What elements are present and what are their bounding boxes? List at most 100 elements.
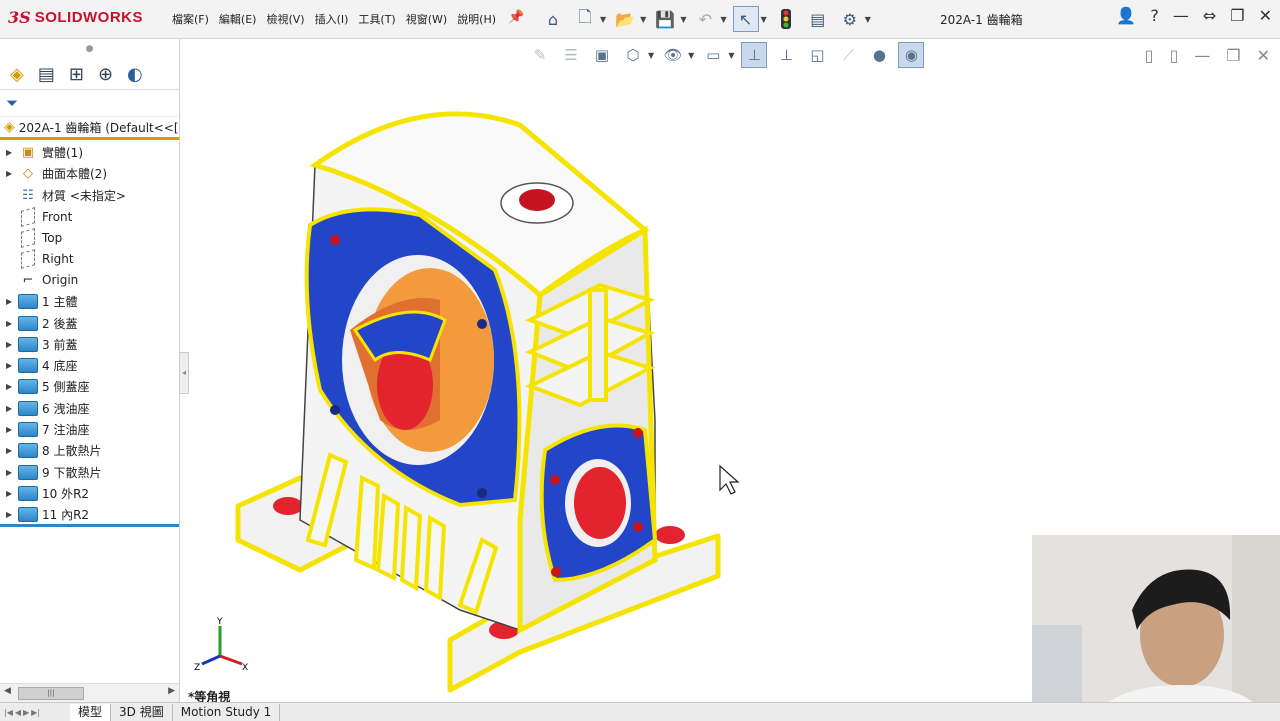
hatch-icon[interactable]: ☰ — [559, 43, 583, 67]
tab-more-icon[interactable]: ◐ — [127, 64, 143, 85]
chevron-down-icon[interactable]: ▼ — [648, 51, 654, 60]
tree-item[interactable]: ▶ ◇ 曲面本體(2) — [0, 163, 179, 184]
tree-item[interactable]: ▶ ▣ 實體(1) — [0, 142, 179, 163]
expand-arrow-icon[interactable]: ▶ — [6, 510, 18, 519]
select-cursor-icon[interactable]: ↖ — [732, 6, 759, 32]
tree-item[interactable]: ▶ 7 注油座 — [0, 419, 179, 440]
expand-arrow-icon[interactable]: ▶ — [6, 446, 18, 455]
tree-item[interactable]: Right — [0, 248, 179, 270]
tree-item[interactable]: ▶ 9 下散熱片 — [0, 461, 179, 482]
expand-arrow-icon[interactable]: ▶ — [6, 468, 18, 477]
view-origins-icon[interactable]: ⊥ — [774, 43, 798, 67]
chevron-down-icon[interactable]: ▼ — [680, 15, 686, 24]
filter-funnel-icon[interactable]: ⏷ — [6, 94, 18, 112]
panel-collapse-handle[interactable]: ◂ — [179, 352, 189, 394]
expand-arrow-icon[interactable]: ▶ — [6, 361, 18, 370]
tree-item[interactable]: ▶ 2 後蓋 — [0, 312, 179, 333]
appearance-sphere-icon[interactable]: ● — [867, 43, 891, 67]
view-curves-icon[interactable]: ⟋ — [836, 43, 860, 67]
viewport-restore-icon[interactable]: ❐ — [1226, 46, 1240, 65]
tree-item[interactable]: ▶ 3 前蓋 — [0, 334, 179, 355]
prev-tab-arrow-icon[interactable]: ◀ — [15, 708, 21, 717]
user-icon[interactable]: 👤 — [1116, 6, 1136, 25]
scroll-left-arrow-icon[interactable]: ◀ — [4, 686, 11, 696]
expand-arrow-icon[interactable]: ▶ — [6, 169, 18, 178]
expand-arrow-icon[interactable]: ▶ — [6, 425, 18, 434]
tree-item[interactable]: ▶ 1 主體 — [0, 291, 179, 312]
tree-filter[interactable]: ⏷ — [0, 90, 179, 117]
solidworks-logo[interactable]: 3S SOLIDWORKS — [8, 8, 143, 27]
chevron-down-icon[interactable]: ▼ — [688, 51, 694, 60]
help-icon[interactable]: ? — [1150, 6, 1159, 25]
restore-button[interactable]: ❐ — [1230, 6, 1244, 25]
first-tab-arrow-icon[interactable]: |◀ — [4, 708, 13, 717]
tree-item[interactable]: ☷ 材質 <未指定> — [0, 185, 179, 206]
tree-item[interactable]: Top — [0, 227, 179, 248]
viewport-minimize-icon[interactable]: — — [1194, 46, 1210, 65]
panel-grip-icon[interactable]: ● — [0, 39, 179, 59]
menu-edit[interactable]: 編輯(E) — [219, 11, 257, 27]
tab-dimxpert-manager[interactable]: ⊕ — [98, 64, 113, 85]
tree-item[interactable]: ▶ 6 洩油座 — [0, 398, 179, 419]
tab-property-manager[interactable]: ▤ — [38, 64, 55, 85]
rebuild-traffic-light-icon[interactable] — [773, 6, 799, 32]
expand-arrow-icon[interactable]: ▶ — [6, 148, 18, 157]
tab-configuration-manager[interactable]: ⊞ — [69, 64, 84, 85]
expand-arrow-icon[interactable]: ▶ — [6, 319, 18, 328]
expand-arrow-icon[interactable]: ▶ — [6, 404, 18, 413]
expand-arrow-icon[interactable]: ▶ — [6, 382, 18, 391]
tree-item[interactable]: ▶ 11 內R2 — [0, 504, 179, 525]
pin-menu-icon[interactable]: 📌 — [508, 10, 524, 25]
tree-item[interactable]: Front — [0, 206, 179, 227]
tab-motion-study[interactable]: Motion Study 1 — [173, 703, 281, 721]
menu-window[interactable]: 視窗(W) — [406, 11, 447, 27]
panel-horizontal-scrollbar[interactable]: ◀ ||| ▶ — [0, 683, 179, 702]
tree-root-part[interactable]: ◈ 202A-1 齒輪箱 (Default<<[ — [0, 117, 179, 140]
chevron-down-icon[interactable]: ▼ — [640, 15, 646, 24]
file-properties-icon[interactable]: ▤ — [805, 6, 831, 32]
last-tab-arrow-icon[interactable]: ▶| — [31, 708, 40, 717]
viewport-tile-right-icon[interactable]: ▯ — [1169, 46, 1178, 65]
next-tab-arrow-icon[interactable]: ▶ — [23, 708, 29, 717]
menu-view[interactable]: 檢視(V) — [266, 11, 304, 27]
view-axes-icon[interactable]: ⊥ — [741, 42, 768, 68]
view-sketch-icon[interactable]: ◱ — [805, 43, 829, 67]
tree-item[interactable]: ▶ 5 側蓋座 — [0, 376, 179, 397]
view-orientation-cube-icon[interactable]: ⬡ — [621, 43, 645, 67]
tab-feature-manager[interactable]: ◈ — [10, 64, 24, 85]
new-document-icon[interactable]: 🗋 — [572, 6, 598, 32]
expand-arrow-icon[interactable]: ▶ — [6, 340, 18, 349]
chevron-down-icon[interactable]: ▼ — [728, 51, 734, 60]
open-icon[interactable]: 📂 — [612, 6, 638, 32]
hide-show-eye-icon[interactable]: 👁 — [661, 43, 685, 67]
restore-split-button[interactable]: ⇔ — [1203, 6, 1216, 25]
tree-item[interactable]: ▶ 4 底座 — [0, 355, 179, 376]
menu-file[interactable]: 檔案(F) — [172, 11, 209, 27]
save-icon[interactable]: 💾 — [652, 6, 678, 32]
minimize-button[interactable]: — — [1173, 6, 1189, 25]
menu-insert[interactable]: 插入(I) — [315, 11, 349, 27]
expand-arrow-icon[interactable]: ▶ — [6, 489, 18, 498]
tab-3d-views[interactable]: 3D 視圖 — [111, 703, 173, 721]
scrollbar-thumb[interactable]: ||| — [18, 687, 84, 700]
menu-help[interactable]: 說明(H) — [457, 11, 496, 27]
tree-item[interactable]: ▶ 10 外R2 — [0, 483, 179, 504]
tree-item[interactable]: ⌐ Origin — [0, 270, 179, 291]
sketch-pencil-icon[interactable]: ✎ — [528, 43, 552, 67]
scroll-right-arrow-icon[interactable]: ▶ — [168, 686, 175, 696]
close-button[interactable]: ✕ — [1259, 6, 1272, 25]
section-view-icon[interactable]: ▣ — [590, 43, 614, 67]
viewport-close-icon[interactable]: ✕ — [1257, 46, 1270, 65]
expand-arrow-icon[interactable]: ▶ — [6, 297, 18, 306]
home-icon[interactable]: ⌂ — [540, 6, 566, 32]
menu-tools[interactable]: 工具(T) — [358, 11, 395, 27]
chevron-down-icon[interactable]: ▼ — [865, 15, 871, 24]
options-gear-icon[interactable]: ⚙ — [837, 6, 863, 32]
display-style-monitor-icon[interactable]: ▭ — [701, 43, 725, 67]
chevron-down-icon[interactable]: ▼ — [761, 15, 767, 24]
undo-icon[interactable]: ↶ — [692, 6, 718, 32]
chevron-down-icon[interactable]: ▼ — [600, 15, 606, 24]
chevron-down-icon[interactable]: ▼ — [720, 15, 726, 24]
tab-model[interactable]: 模型 — [70, 703, 112, 721]
apply-scene-icon[interactable]: ◉ — [898, 42, 925, 68]
